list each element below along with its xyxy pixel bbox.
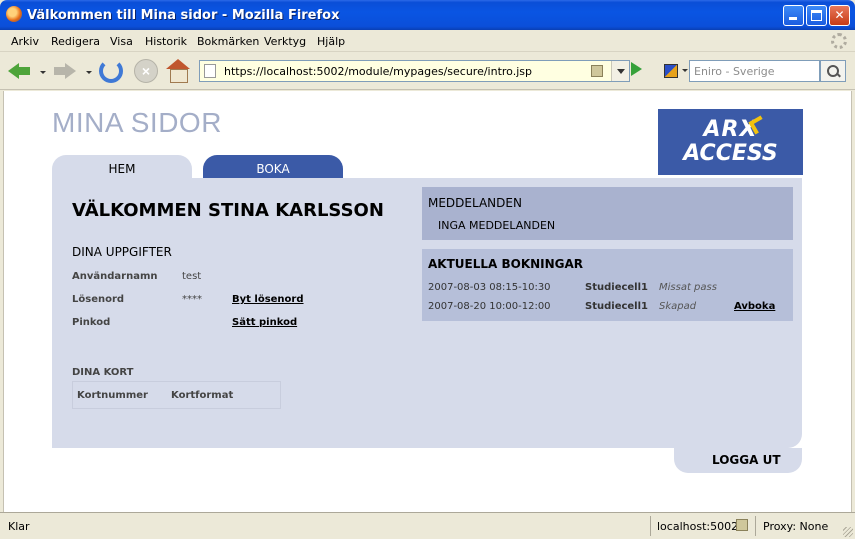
booking-1-status: Missat pass — [659, 282, 717, 293]
password-label: Lösenord — [72, 294, 125, 305]
address-bar[interactable]: https://localhost:5002/module/mypages/se… — [199, 60, 630, 82]
throbber-icon — [831, 33, 847, 49]
resize-grip-icon[interactable] — [843, 527, 853, 537]
window-title: Välkommen till Mina sidor - Mozilla Fire… — [27, 8, 340, 23]
cards-table: Kortnummer Kortformat — [72, 381, 281, 409]
menu-hjalp[interactable]: Hjälp — [317, 35, 345, 48]
cards-heading: DINA KORT — [72, 367, 134, 378]
cards-column-number: Kortnummer — [77, 390, 148, 401]
booking-2-room: Studiecell1 — [585, 301, 648, 312]
status-divider — [755, 516, 756, 536]
home-icon[interactable] — [166, 59, 190, 83]
forward-button[interactable] — [54, 59, 78, 83]
menu-historik[interactable]: Historik — [145, 35, 187, 48]
details-heading: DINA UPPGIFTER — [72, 245, 172, 259]
window-titlebar: Välkommen till Mina sidor - Mozilla Fire… — [0, 0, 855, 30]
pin-label: Pinkod — [72, 317, 111, 328]
close-button[interactable]: ✕ — [829, 5, 850, 26]
statusbar: Klar localhost:5002 Proxy: None — [0, 512, 855, 539]
maximize-icon — [811, 10, 822, 21]
back-history-dropdown-icon[interactable] — [40, 71, 46, 74]
cards-column-format: Kortformat — [171, 390, 234, 401]
booking-1-datetime: 2007-08-03 08:15-10:30 — [428, 282, 551, 293]
messages-heading: MEDDELANDEN — [428, 196, 522, 210]
status-proxy[interactable]: Proxy: None — [763, 520, 828, 533]
maximize-button[interactable] — [806, 5, 827, 26]
minimize-icon — [789, 17, 797, 20]
address-dropdown-icon[interactable] — [611, 61, 629, 81]
status-divider — [650, 516, 651, 536]
menubar: Arkiv Redigera Visa Historik Bokmärken V… — [0, 30, 855, 52]
security-lock-icon[interactable] — [736, 519, 748, 531]
back-button[interactable] — [8, 59, 32, 83]
tab-boka[interactable]: BOKA — [203, 155, 343, 179]
close-icon: ✕ — [834, 8, 845, 22]
menu-redigera[interactable]: Redigera — [51, 35, 100, 48]
messages-empty: INGA MEDDELANDEN — [438, 219, 556, 232]
booking-2-status: Skapad — [659, 301, 697, 312]
site-title: MINA SIDOR — [52, 107, 222, 138]
minimize-button[interactable] — [783, 5, 804, 26]
booking-2-datetime: 2007-08-20 10:00-12:00 — [428, 301, 551, 312]
status-host: localhost:5002 — [657, 520, 739, 533]
menu-verktyg[interactable]: Verktyg — [264, 35, 306, 48]
search-placeholder: Eniro - Sverige — [694, 65, 775, 78]
menu-bokmarken[interactable]: Bokmärken — [197, 35, 259, 48]
booking-1-room: Studiecell1 — [585, 282, 648, 293]
go-icon[interactable] — [631, 62, 642, 76]
welcome-heading: VÄLKOMMEN STINA KARLSSON — [72, 200, 384, 221]
search-icon[interactable] — [820, 60, 846, 82]
address-url[interactable]: https://localhost:5002/module/mypages/se… — [224, 65, 532, 78]
logout-link[interactable]: LOGGA UT — [712, 453, 781, 467]
password-value: **** — [182, 294, 202, 305]
messages-box: MEDDELANDEN INGA MEDDELANDEN — [422, 187, 793, 240]
page-icon — [204, 64, 216, 78]
cancel-booking-link[interactable]: Avboka — [734, 301, 775, 312]
engine-dropdown-icon — [682, 69, 688, 72]
set-pin-link[interactable]: Sätt pinkod — [232, 317, 297, 328]
status-text: Klar — [8, 520, 30, 533]
arx-access-logo: ARX ACCESS — [658, 109, 803, 175]
menu-visa[interactable]: Visa — [110, 35, 133, 48]
search-input[interactable]: Eniro - Sverige — [689, 60, 820, 82]
search-engine-selector[interactable] — [661, 61, 689, 81]
eniro-icon — [664, 64, 678, 78]
lock-icon[interactable] — [591, 65, 603, 77]
stop-icon[interactable]: × — [134, 59, 158, 83]
firefox-icon — [6, 6, 22, 22]
bookings-heading: AKTUELLA BOKNINGAR — [428, 257, 584, 271]
forward-history-dropdown-icon[interactable] — [86, 71, 92, 74]
change-password-link[interactable]: Byt lösenord — [232, 294, 304, 305]
page-viewport: MINA SIDOR ARX ACCESS HEM BOKA VÄLKOMMEN… — [3, 91, 852, 512]
reload-icon[interactable] — [99, 59, 123, 83]
username-label: Användarnamn — [72, 271, 158, 282]
bookings-box: AKTUELLA BOKNINGAR 2007-08-03 08:15-10:3… — [422, 249, 793, 321]
logo-text-access: ACCESS — [683, 141, 778, 166]
menu-arkiv[interactable]: Arkiv — [11, 35, 39, 48]
username-value: test — [182, 271, 202, 282]
logo-text-arx: ARX — [703, 117, 758, 142]
